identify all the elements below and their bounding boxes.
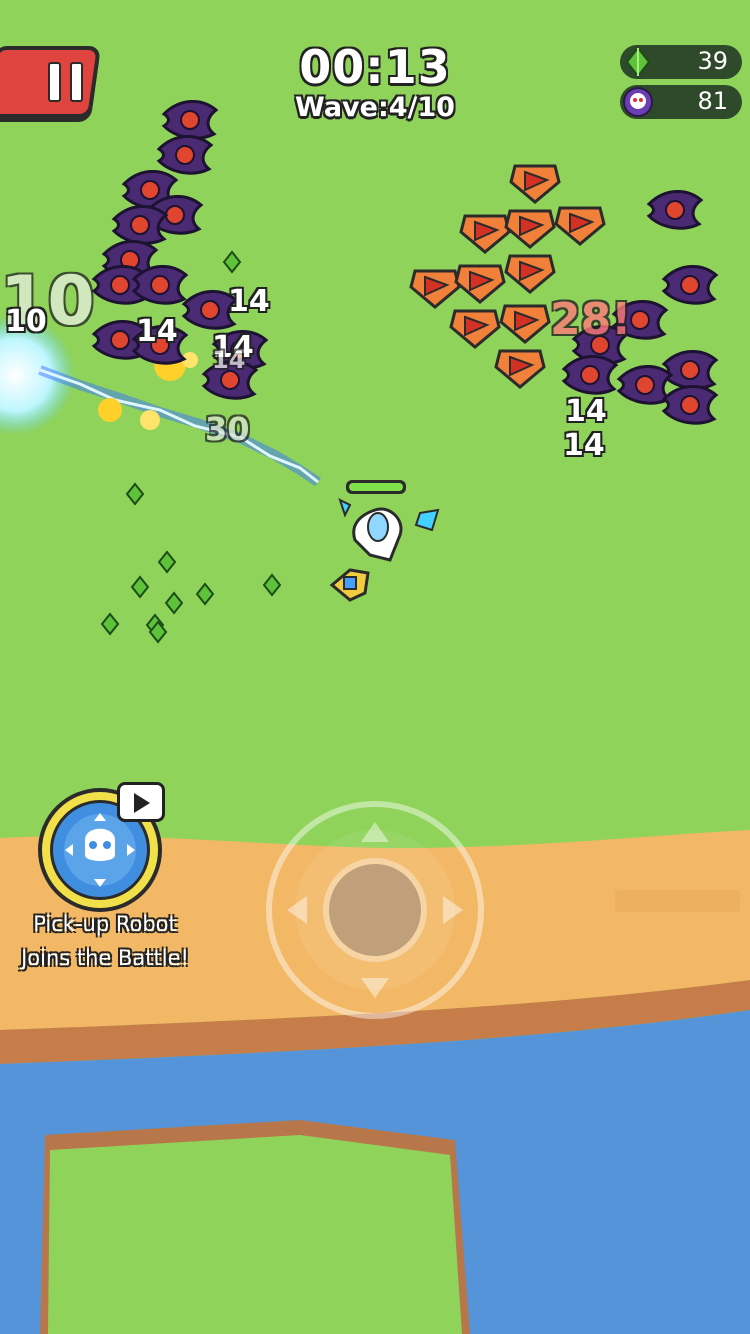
player-ship	[329, 480, 440, 602]
wave-timer: 00:13	[299, 40, 451, 94]
robot-promo-line2: Joins the Battle!	[21, 946, 189, 970]
purple-enemy	[646, 190, 704, 230]
gem-pickup	[164, 591, 184, 615]
damage-number: 14	[136, 314, 178, 349]
red-shield-enemy	[499, 304, 551, 344]
virtual-joystick[interactable]	[265, 800, 485, 1020]
red-shield-enemy	[504, 254, 556, 294]
purple-enemy	[156, 135, 214, 175]
purple-enemy	[661, 350, 719, 390]
red-shield-enemy	[449, 309, 501, 349]
red-shield-enemy	[454, 264, 506, 304]
purple-enemy	[661, 385, 719, 425]
red-shield-enemy	[554, 206, 606, 246]
gem-count: 39	[697, 47, 728, 75]
damage-number: 14	[565, 394, 607, 429]
damage-number: 14	[228, 284, 270, 319]
red-shield-enemy	[504, 209, 556, 249]
damage-number: 14	[212, 346, 246, 374]
enemy-swarm-left	[91, 100, 719, 644]
gem-pickup	[157, 550, 177, 574]
red-shield-enemy	[459, 214, 511, 254]
damage-number: 28!	[550, 294, 632, 345]
kill-count: 81	[697, 87, 728, 115]
purple-enemy	[661, 265, 719, 305]
damage-number: 10	[5, 304, 47, 339]
gem-pickup	[100, 612, 120, 636]
damage-number: 30	[205, 410, 250, 448]
red-shield-enemy	[409, 269, 461, 309]
damage-number: 14	[563, 428, 605, 463]
purple-enemy	[616, 365, 674, 405]
kill-counter: 81	[620, 85, 742, 119]
gem-pickup	[195, 582, 215, 606]
gem-pickup	[130, 575, 150, 599]
purple-enemy	[561, 355, 619, 395]
skull-icon	[623, 87, 653, 117]
red-shield-enemy	[494, 349, 546, 389]
purple-enemy	[131, 265, 189, 305]
red-shield-enemy	[509, 164, 561, 204]
video-play-icon[interactable]	[117, 782, 165, 822]
robot-promo-line1: Pick-up Robot	[33, 912, 177, 936]
wave-counter: Wave:4/10	[295, 92, 455, 123]
gem-pickup	[125, 482, 145, 506]
gem-counter: 39	[620, 45, 742, 79]
pause-icon	[48, 62, 88, 104]
gem-pickup	[262, 573, 282, 597]
gem-pickup	[222, 250, 242, 274]
gem-icon	[625, 46, 651, 78]
purple-enemy	[111, 205, 169, 245]
purple-enemy	[161, 100, 219, 140]
